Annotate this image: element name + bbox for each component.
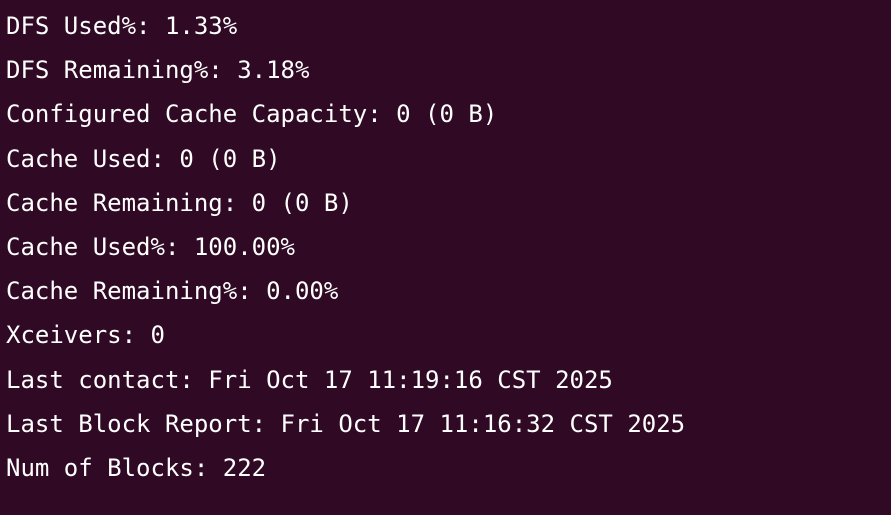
cache-used-line: Cache Used: 0 (0 B): [6, 144, 281, 173]
cache-remaining-line: Cache Remaining: 0 (0 B): [6, 188, 353, 217]
configured-cache-capacity-line: Configured Cache Capacity: 0 (0 B): [6, 100, 498, 129]
cache-used-percent-line: Cache Used%: 100.00%: [6, 233, 295, 262]
last-block-report-line: Last Block Report: Fri Oct 17 11:16:32 C…: [6, 409, 686, 438]
dfs-remaining-percent-line: DFS Remaining%: 3.18%: [6, 56, 310, 85]
num-of-blocks-line: Num of Blocks: 222: [6, 454, 267, 483]
terminal-output[interactable]: DFS Used%: 1.33% DFS Remaining%: 3.18% C…: [0, 0, 891, 515]
last-contact-line: Last contact: Fri Oct 17 11:19:16 CST 20…: [6, 365, 613, 394]
dfs-used-percent-line: DFS Used%: 1.33%: [6, 12, 238, 40]
cache-remaining-percent-line: Cache Remaining%: 0.00%: [6, 277, 339, 306]
xceivers-line: Xceivers: 0: [6, 321, 165, 350]
